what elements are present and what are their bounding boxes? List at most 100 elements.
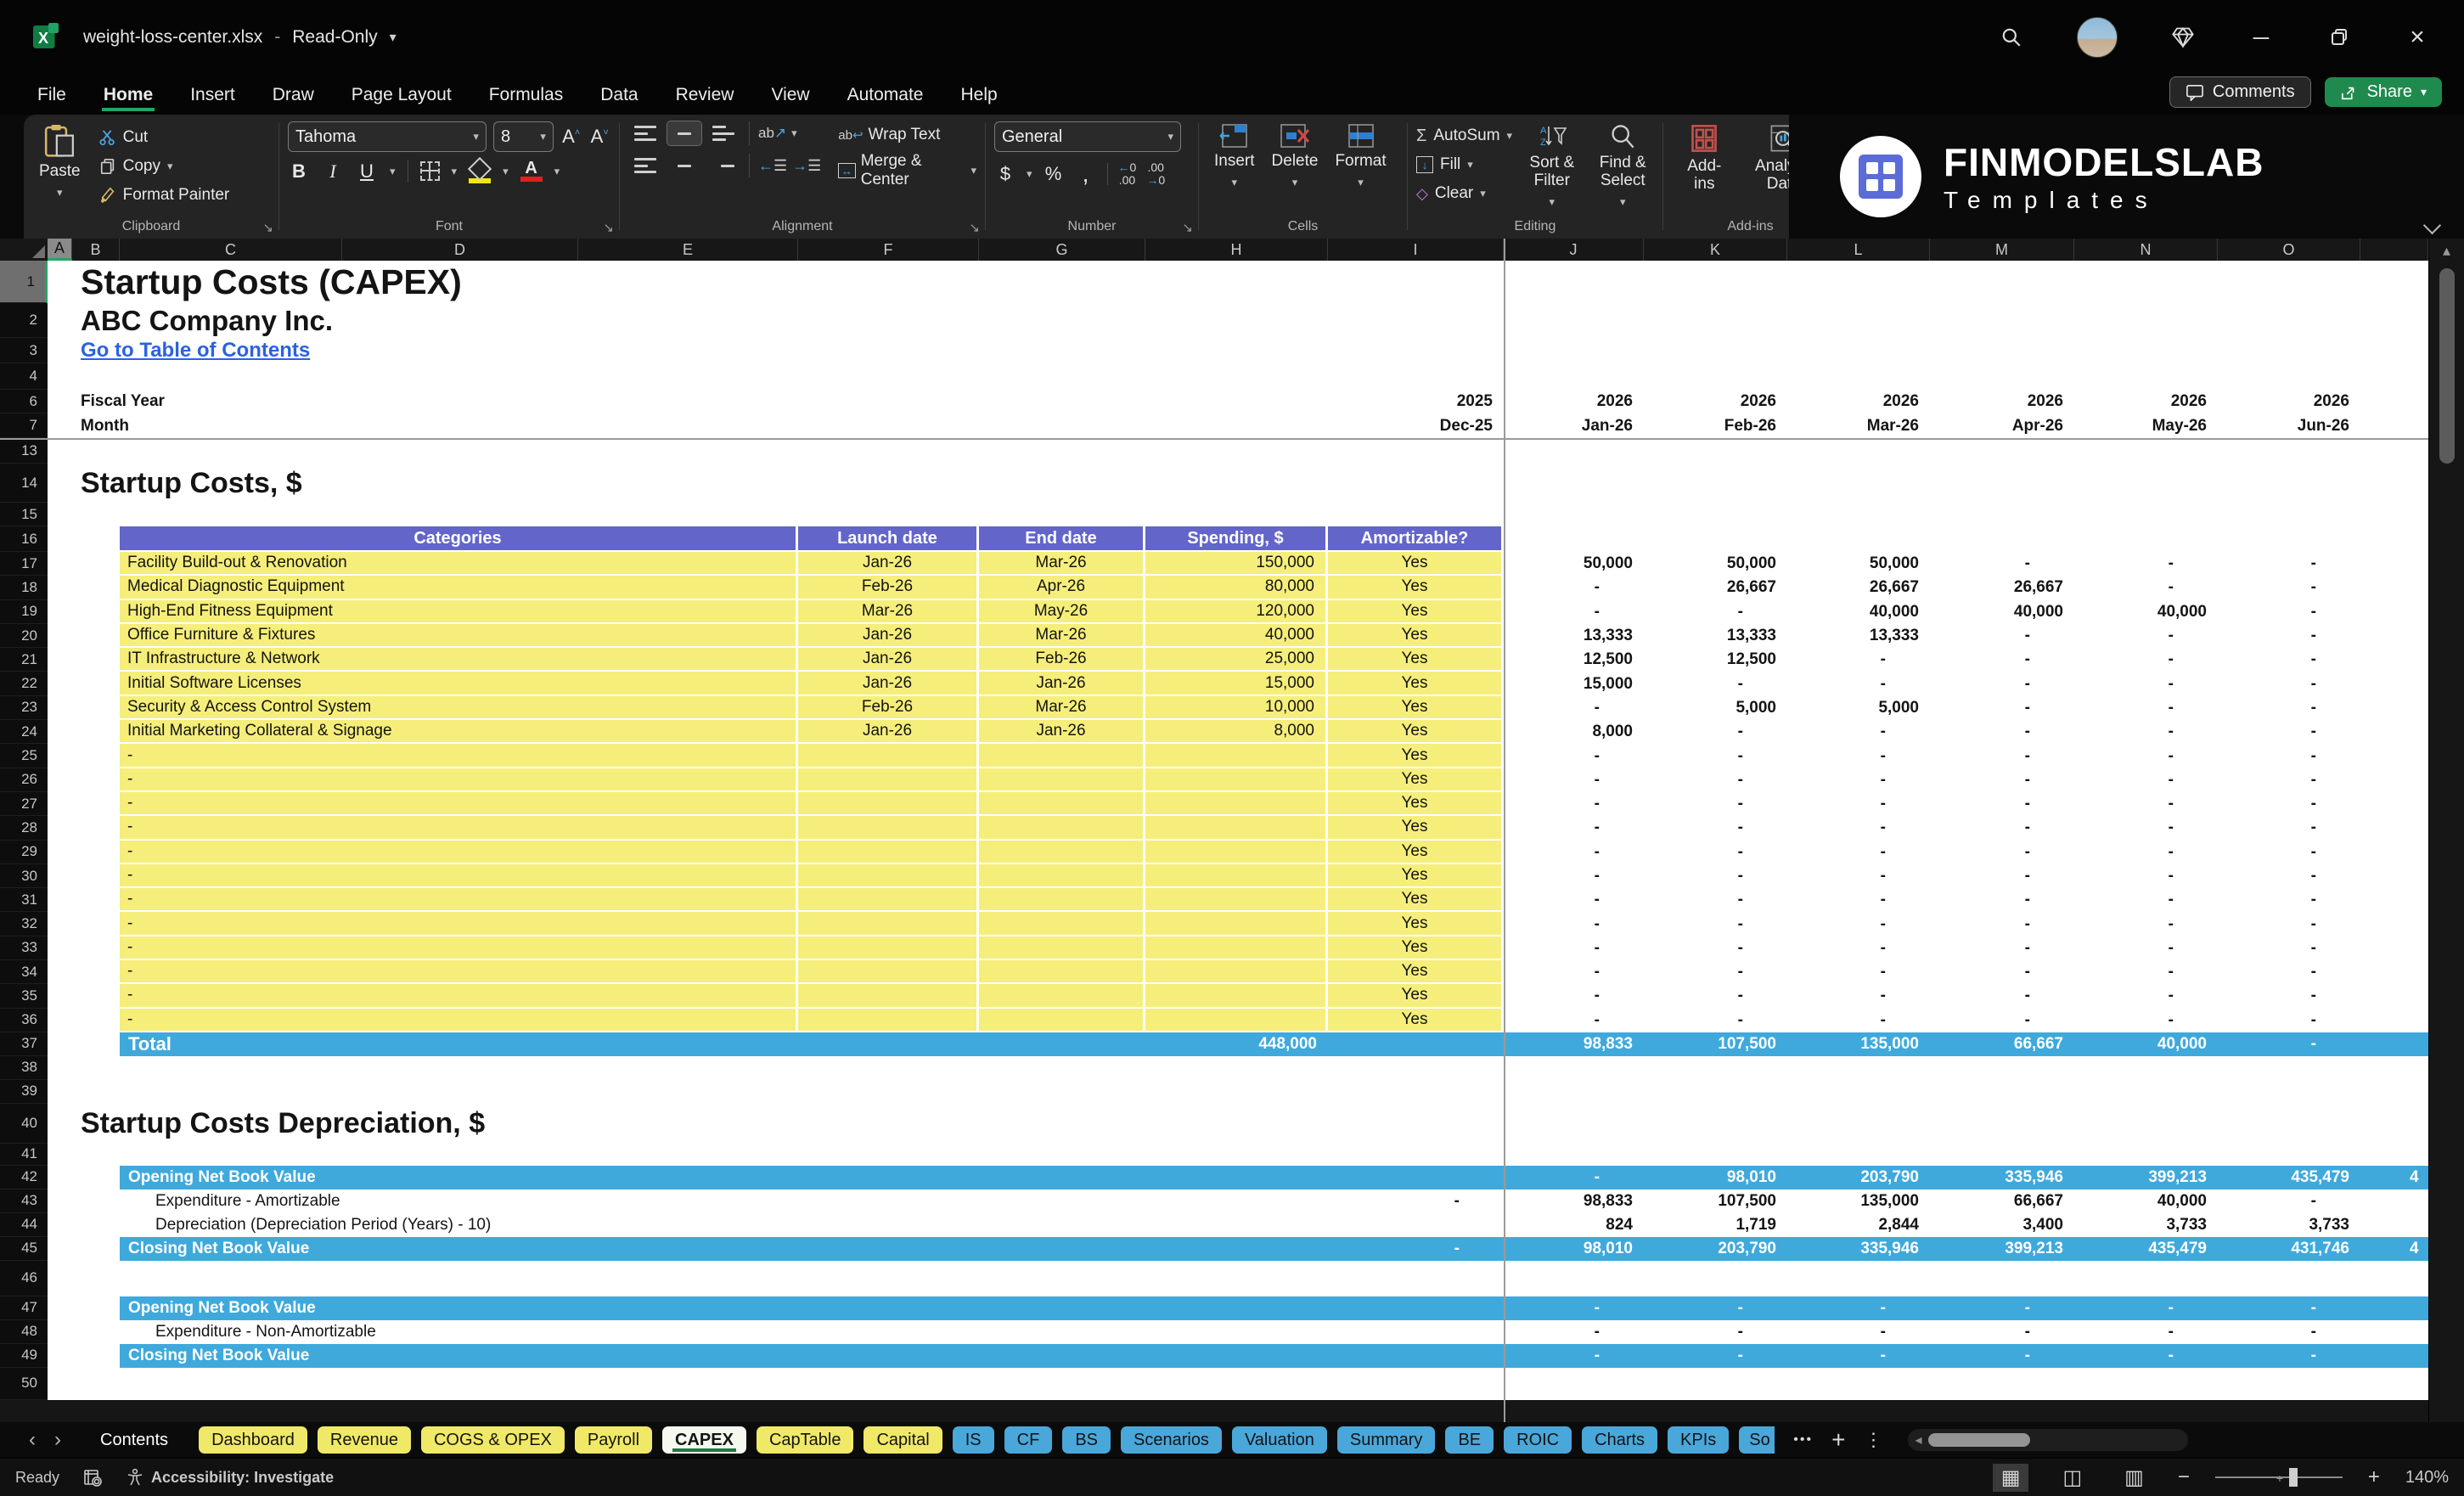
launch-date-cell[interactable]: Jan-26 <box>798 552 979 576</box>
row-header[interactable]: 6 <box>0 390 48 413</box>
fill-button[interactable]: ↓ Fill ▾ <box>1416 152 1512 177</box>
sheet-tab-charts[interactable]: Charts <box>1582 1426 1658 1454</box>
menu-tab-automate[interactable]: Automate <box>846 82 925 111</box>
monthly-value-cell[interactable]: 40,000 <box>2074 600 2218 624</box>
amortizable-cell[interactable]: Yes <box>1328 791 1504 817</box>
column-header-C[interactable]: C <box>120 239 342 261</box>
spending-cell[interactable] <box>1145 984 1328 1009</box>
monthly-value-cell[interactable]: - <box>1504 576 1644 599</box>
launch-date-cell[interactable] <box>798 1008 979 1032</box>
cell[interactable] <box>2360 792 2428 816</box>
cell[interactable] <box>2360 960 2428 984</box>
spending-cell[interactable]: 150,000 <box>1145 552 1328 576</box>
cell[interactable] <box>72 648 120 672</box>
share-button[interactable]: Share ▾ <box>2324 77 2442 107</box>
cell[interactable] <box>72 1189 120 1213</box>
menu-tab-draw[interactable]: Draw <box>271 82 316 111</box>
monthly-value-cell[interactable]: 50,000 <box>1644 552 1787 576</box>
category-cell[interactable]: - <box>120 960 798 985</box>
amortizable-cell[interactable]: Yes <box>1328 816 1504 841</box>
monthly-value-cell[interactable]: - <box>1644 600 1787 624</box>
close-button[interactable]: × <box>2405 23 2430 51</box>
end-date-cell[interactable]: Jan-26 <box>979 720 1145 745</box>
insert-cells-button[interactable]: Insert ▾ <box>1207 121 1262 193</box>
cell[interactable] <box>72 720 120 744</box>
align-right-icon[interactable] <box>706 154 740 177</box>
amortizable-cell[interactable]: Yes <box>1328 720 1504 745</box>
amortizable-cell[interactable]: Yes <box>1328 599 1504 624</box>
bold-button[interactable]: B <box>288 160 310 183</box>
amortizable-cell[interactable]: Yes <box>1328 552 1504 576</box>
amortizable-cell[interactable]: Yes <box>1328 648 1504 672</box>
monthly-value-cell[interactable]: - <box>1930 816 2074 840</box>
category-cell[interactable]: - <box>120 744 798 768</box>
row-header[interactable]: 31 <box>0 888 48 913</box>
cell[interactable] <box>72 792 120 816</box>
launch-date-cell[interactable]: Jan-26 <box>798 672 979 696</box>
spending-cell[interactable]: 40,000 <box>1145 623 1328 649</box>
row-header[interactable]: 21 <box>0 648 48 672</box>
monthly-value-cell[interactable]: - <box>1504 1009 1644 1032</box>
cell[interactable] <box>2360 1009 2428 1032</box>
percent-format-icon[interactable]: % <box>1043 163 1065 185</box>
row-header[interactable]: 15 <box>0 503 48 526</box>
category-cell[interactable]: IT Infrastructure & Network <box>120 648 798 672</box>
monthly-value-cell[interactable]: - <box>1644 1009 1787 1032</box>
cell[interactable] <box>2360 672 2428 695</box>
align-left-icon[interactable] <box>628 154 662 177</box>
launch-date-cell[interactable] <box>798 936 979 961</box>
monthly-value-cell[interactable]: - <box>1644 841 1787 864</box>
zoom-slider-thumb[interactable] <box>2288 1468 2298 1487</box>
cell[interactable] <box>48 720 72 744</box>
copy-button[interactable]: Copy ▾ <box>99 154 230 179</box>
monthly-value-cell[interactable]: - <box>2218 576 2360 599</box>
row-header[interactable]: 39 <box>0 1079 48 1104</box>
monthly-value-cell[interactable]: - <box>1644 864 1787 888</box>
cell[interactable] <box>48 696 72 720</box>
monthly-value-cell[interactable]: - <box>1644 744 1787 768</box>
cell[interactable] <box>72 600 120 624</box>
monthly-value-cell[interactable]: 8,000 <box>1504 720 1644 744</box>
monthly-value-cell[interactable]: - <box>1930 864 2074 888</box>
clipboard-dialog-launcher[interactable]: ↘ <box>262 220 273 235</box>
monthly-value-cell[interactable]: - <box>2218 888 2360 912</box>
number-format-select[interactable]: General ▾ <box>994 121 1181 152</box>
monthly-value-cell[interactable]: - <box>2074 744 2218 768</box>
wrap-text-button[interactable]: ab↩ Wrap Text <box>838 121 976 149</box>
monthly-value-cell[interactable]: 13,333 <box>1644 624 1787 648</box>
category-cell[interactable]: Security & Access Control System <box>120 695 798 721</box>
monthly-value-cell[interactable]: - <box>1504 888 1644 912</box>
monthly-value-cell[interactable]: - <box>2218 744 2360 768</box>
increase-indent-icon[interactable]: →☰ <box>792 157 821 175</box>
launch-date-cell[interactable] <box>798 744 979 768</box>
cell[interactable] <box>48 648 72 672</box>
cell[interactable] <box>72 1320 120 1344</box>
monthly-value-cell[interactable]: - <box>2074 576 2218 599</box>
sheet-tab-payroll[interactable]: Payroll <box>574 1426 653 1454</box>
cell[interactable] <box>48 390 72 413</box>
monthly-value-cell[interactable]: 12,500 <box>1644 648 1787 672</box>
amortizable-cell[interactable]: Yes <box>1328 623 1504 649</box>
row-header[interactable]: 30 <box>0 863 48 889</box>
sheet-tab-summary[interactable]: Summary <box>1336 1426 1436 1454</box>
cell[interactable] <box>72 912 120 936</box>
amortizable-cell[interactable]: Yes <box>1328 744 1504 768</box>
monthly-value-cell[interactable]: - <box>1504 912 1644 936</box>
monthly-value-cell[interactable]: - <box>2074 841 2218 864</box>
launch-date-cell[interactable] <box>798 768 979 792</box>
menu-tab-insert[interactable]: Insert <box>188 82 237 111</box>
monthly-value-cell[interactable]: - <box>2074 864 2218 888</box>
sheet-tab-contents[interactable]: Contents <box>80 1426 188 1454</box>
monthly-value-cell[interactable]: - <box>1787 672 1930 695</box>
cell[interactable] <box>72 526 120 552</box>
sheet-tab-next-icon[interactable]: › <box>54 1428 61 1452</box>
cell[interactable] <box>48 338 72 363</box>
monthly-value-cell[interactable]: - <box>1504 792 1644 816</box>
row-header[interactable]: 19 <box>0 599 48 624</box>
cell[interactable] <box>48 1009 72 1032</box>
monthly-value-cell[interactable]: - <box>1787 912 1930 936</box>
monthly-value-cell[interactable]: - <box>1644 768 1787 792</box>
end-date-cell[interactable] <box>979 840 1145 864</box>
launch-date-cell[interactable] <box>798 816 979 841</box>
cell[interactable] <box>48 841 72 864</box>
